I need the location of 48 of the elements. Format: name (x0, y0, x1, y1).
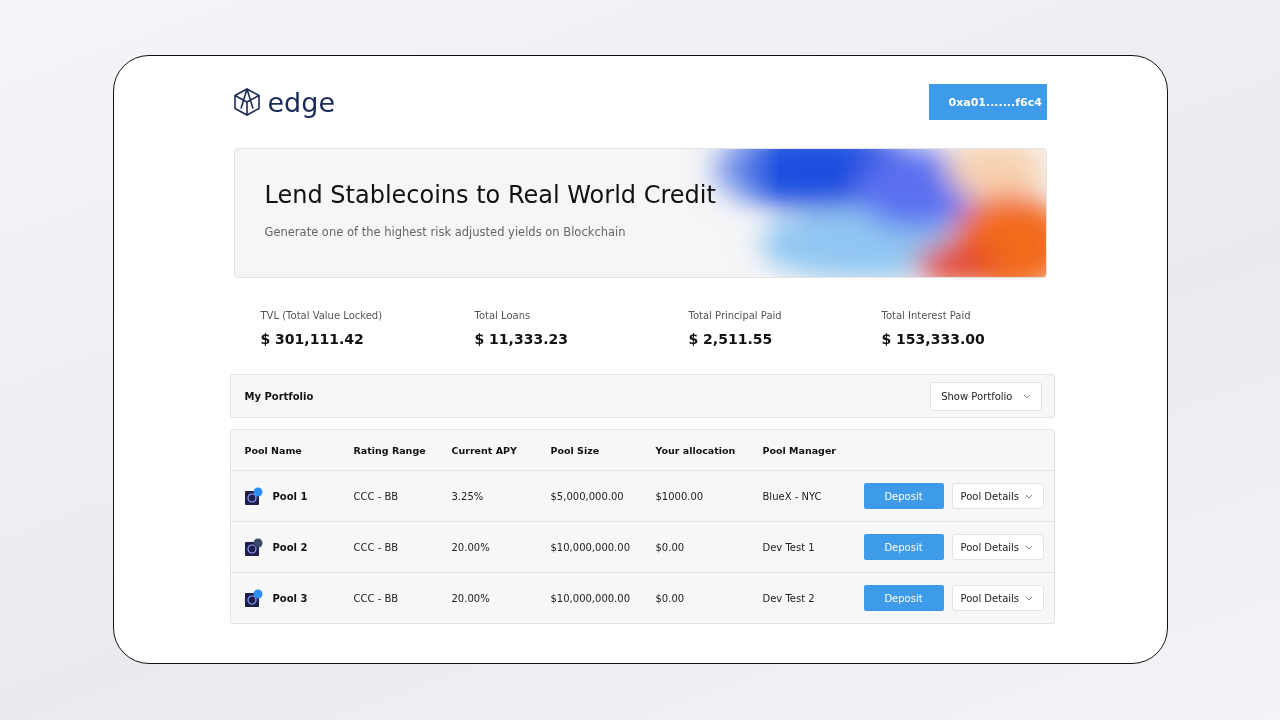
table-cell-text: $0.00 (655, 592, 686, 604)
table-cell-text: CCC - BB (353, 490, 400, 502)
pool-name: Pool 3 (272, 592, 308, 604)
pool-name: Pool 1 (272, 490, 308, 502)
chevron-icon (1025, 595, 1034, 601)
chevron-icon (1025, 493, 1034, 499)
table-cell-text: Dev Test 1 (762, 541, 816, 553)
hero-subtitle: Generate one of the highest risk adjusted yields on Blockchain (264, 225, 627, 239)
pool-icon (244, 487, 263, 505)
table-cell-text: $1000.00 (655, 490, 705, 502)
pool-icon (244, 589, 263, 607)
logo-icon (233, 88, 260, 116)
table-cell-text: $10,000,000.00 (550, 592, 632, 604)
table-cell-text: CCC - BB (353, 541, 400, 553)
pool-name: Pool 2 (272, 541, 308, 553)
column-header: Your allocation (655, 444, 737, 456)
stat-value: $ 153,333.00 (881, 331, 986, 347)
pool-details-dropdown[interactable]: Pool Details (951, 585, 1044, 611)
column-header: Rating Range (353, 444, 427, 456)
hero-title: Lend Stablecoins to Real World Credit (264, 181, 716, 209)
table-cell-text: 3.25% (451, 490, 485, 502)
stat-label: TVL (Total Value Locked) (260, 310, 384, 321)
portfolio-title: My Portfolio (244, 390, 314, 402)
table-cell-text: $5,000,000.00 (550, 490, 625, 502)
stat-value: $ 2,511.55 (688, 331, 774, 347)
column-header: Current APY (451, 444, 518, 456)
table-cell-text: BlueX - NYC (762, 490, 823, 502)
pool-icon (244, 538, 263, 556)
column-header: Pool Manager (762, 444, 838, 456)
pool-details-dropdown[interactable]: Pool Details (951, 483, 1044, 509)
chevron-icon (1025, 544, 1034, 550)
table-cell-text: 20.00% (451, 541, 491, 553)
table-cell-text: $10,000,000.00 (550, 541, 632, 553)
table-cell-text: CCC - BB (353, 592, 400, 604)
table-cell-text: Dev Test 2 (762, 592, 816, 604)
stat-label: Total Interest Paid (881, 310, 972, 321)
brand-name: edge (267, 86, 335, 118)
table-cell-text: 20.00% (451, 592, 491, 604)
portfolio-dropdown[interactable]: Show Portfolio (930, 381, 1042, 411)
stat-label: Total Principal Paid (688, 310, 783, 321)
stat-value: $ 11,333.23 (474, 331, 569, 347)
table-cell-text: $0.00 (655, 541, 686, 553)
chevron-icon (1022, 393, 1031, 399)
stat-value: $ 301,111.42 (260, 331, 365, 347)
stat-label: Total Loans (474, 310, 532, 321)
pool-details-dropdown[interactable]: Pool Details (951, 534, 1044, 560)
column-header: Pool Name (244, 444, 303, 456)
column-header: Pool Size (550, 444, 601, 456)
